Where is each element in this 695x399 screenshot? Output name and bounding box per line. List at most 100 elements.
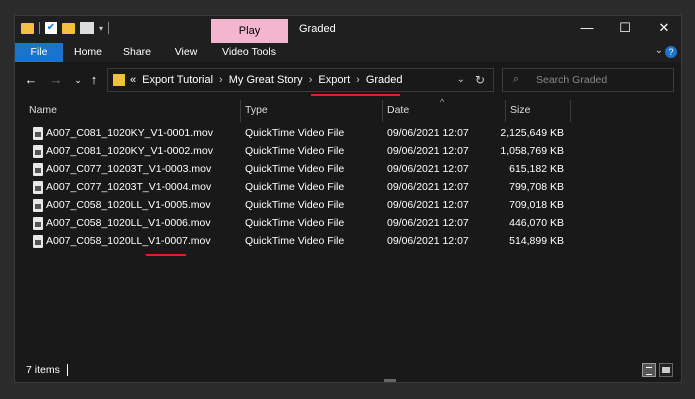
properties-check-icon[interactable]: ✔ bbox=[45, 22, 57, 34]
close-button[interactable]: ✕ bbox=[652, 20, 676, 36]
file-row[interactable]: A007_C058_1020LL_V1-0007.mov QuickTime V… bbox=[15, 233, 681, 251]
tab-video-tools[interactable]: Video Tools bbox=[214, 43, 284, 62]
breadcrumb-overflow[interactable]: « bbox=[130, 74, 136, 86]
file-type: QuickTime Video File bbox=[245, 181, 345, 193]
file-name: A007_C058_1020LL_V1-0007.mov bbox=[46, 235, 211, 247]
file-row[interactable]: A007_C058_1020LL_V1-0005.mov QuickTime V… bbox=[15, 197, 681, 215]
ribbon-tabs: File Home Share View Video Tools ⌄ ? bbox=[15, 43, 681, 62]
file-type: QuickTime Video File bbox=[245, 217, 345, 229]
file-type: QuickTime Video File bbox=[245, 145, 345, 157]
recent-locations-icon[interactable]: ⌄ bbox=[70, 75, 86, 86]
navigation-bar: ← → ⌄ ↑ « Export Tutorial › My Great Sto… bbox=[15, 62, 681, 100]
file-date: 09/06/2021 12:07 bbox=[387, 199, 469, 211]
maximize-button[interactable]: ☐ bbox=[613, 20, 637, 36]
file-size: 709,018 KB bbox=[509, 199, 564, 211]
file-row[interactable]: A007_C058_1020LL_V1-0006.mov QuickTime V… bbox=[15, 215, 681, 233]
video-file-icon bbox=[33, 163, 43, 176]
file-date: 09/06/2021 12:07 bbox=[387, 181, 469, 193]
video-file-icon bbox=[33, 217, 43, 230]
column-header-name[interactable]: Name bbox=[29, 104, 57, 116]
file-date: 09/06/2021 12:07 bbox=[387, 235, 469, 247]
video-file-icon bbox=[33, 127, 43, 140]
file-date: 09/06/2021 12:07 bbox=[387, 145, 469, 157]
breadcrumb-graded[interactable]: Graded bbox=[366, 74, 403, 86]
up-arrow-icon[interactable]: ↑ bbox=[86, 72, 102, 87]
breadcrumb-my-great-story[interactable]: My Great Story bbox=[229, 74, 303, 86]
file-date: 09/06/2021 12:07 bbox=[387, 127, 469, 139]
highlight-underline bbox=[146, 254, 186, 256]
folder-icon[interactable] bbox=[21, 22, 34, 34]
explorer-window: ✔ ▾ Play Graded — ☐ ✕ File Home Share Vi… bbox=[14, 15, 682, 383]
highlight-underline bbox=[311, 94, 400, 96]
ribbon-expand-icon[interactable]: ⌄ bbox=[655, 45, 663, 56]
column-divider[interactable] bbox=[505, 100, 506, 122]
column-header-size[interactable]: Size bbox=[510, 104, 530, 116]
large-icons-view-button[interactable] bbox=[659, 363, 673, 377]
status-bar: 7 items bbox=[15, 360, 681, 382]
file-type: QuickTime Video File bbox=[245, 163, 345, 175]
chevron-down-icon[interactable]: ▾ bbox=[99, 24, 103, 33]
context-tab-play[interactable]: Play bbox=[211, 19, 288, 43]
new-folder-icon[interactable] bbox=[62, 22, 75, 34]
resize-handle[interactable] bbox=[384, 379, 396, 382]
tab-home[interactable]: Home bbox=[68, 43, 108, 62]
file-size: 446,070 KB bbox=[509, 217, 564, 229]
video-file-icon bbox=[33, 235, 43, 248]
file-size: 615,182 KB bbox=[509, 163, 564, 175]
file-date: 09/06/2021 12:07 bbox=[387, 217, 469, 229]
sort-ascending-icon: ^ bbox=[440, 97, 445, 107]
file-row[interactable]: A007_C081_1020KY_V1-0002.mov QuickTime V… bbox=[15, 143, 681, 161]
breadcrumb-separator[interactable]: › bbox=[356, 74, 360, 86]
window-title: Graded bbox=[299, 23, 336, 35]
breadcrumb: « Export Tutorial › My Great Story › Exp… bbox=[130, 74, 403, 86]
column-divider[interactable] bbox=[240, 100, 241, 122]
column-header-date[interactable]: Date bbox=[387, 104, 409, 116]
file-name: A007_C058_1020LL_V1-0006.mov bbox=[46, 217, 211, 229]
breadcrumb-separator[interactable]: › bbox=[309, 74, 313, 86]
details-view-button[interactable] bbox=[642, 363, 656, 377]
file-row[interactable]: A007_C077_10203T_V1-0003.mov QuickTime V… bbox=[15, 161, 681, 179]
column-divider[interactable] bbox=[382, 100, 383, 122]
file-name: A007_C077_10203T_V1-0003.mov bbox=[46, 163, 212, 175]
file-size: 799,708 KB bbox=[509, 181, 564, 193]
breadcrumb-separator[interactable]: › bbox=[219, 74, 223, 86]
tab-view[interactable]: View bbox=[166, 43, 206, 62]
folder-icon bbox=[113, 74, 125, 86]
tab-share[interactable]: Share bbox=[117, 43, 157, 62]
video-file-icon bbox=[33, 199, 43, 212]
quick-access-toolbar: ✔ ▾ bbox=[21, 22, 110, 34]
properties-icon[interactable] bbox=[80, 22, 94, 34]
search-placeholder: Search Graded bbox=[536, 74, 608, 86]
refresh-icon[interactable]: ↻ bbox=[475, 73, 485, 87]
chevron-down-icon[interactable]: ⌄ bbox=[457, 74, 465, 85]
file-name: A007_C081_1020KY_V1-0002.mov bbox=[46, 145, 213, 157]
minimize-button[interactable]: — bbox=[575, 20, 599, 35]
file-name: A007_C077_10203T_V1-0004.mov bbox=[46, 181, 212, 193]
file-type: QuickTime Video File bbox=[245, 199, 345, 211]
column-divider[interactable] bbox=[570, 100, 571, 122]
item-count: 7 items bbox=[26, 364, 60, 376]
help-icon[interactable]: ? bbox=[665, 46, 677, 58]
file-size: 1,058,769 KB bbox=[500, 145, 564, 157]
file-row[interactable]: A007_C081_1020KY_V1-0001.mov QuickTime V… bbox=[15, 125, 681, 143]
address-bar[interactable]: « Export Tutorial › My Great Story › Exp… bbox=[107, 68, 494, 92]
file-row[interactable]: A007_C077_10203T_V1-0004.mov QuickTime V… bbox=[15, 179, 681, 197]
search-input[interactable]: ⌕ Search Graded bbox=[502, 68, 674, 92]
forward-arrow-icon[interactable]: → bbox=[48, 72, 64, 87]
file-date: 09/06/2021 12:07 bbox=[387, 163, 469, 175]
column-header-row: Name Type ^ Date Size bbox=[15, 97, 681, 122]
status-divider bbox=[67, 364, 68, 376]
video-file-icon bbox=[33, 145, 43, 158]
column-header-type[interactable]: Type bbox=[245, 104, 268, 116]
toolbar-divider bbox=[39, 22, 40, 34]
tab-file[interactable]: File bbox=[15, 43, 63, 62]
file-list: A007_C081_1020KY_V1-0001.mov QuickTime V… bbox=[15, 125, 681, 256]
breadcrumb-export-tutorial[interactable]: Export Tutorial bbox=[142, 74, 213, 86]
file-type: QuickTime Video File bbox=[245, 235, 345, 247]
back-arrow-icon[interactable]: ← bbox=[23, 72, 39, 87]
toolbar-divider bbox=[108, 22, 110, 34]
file-name: A007_C058_1020LL_V1-0005.mov bbox=[46, 199, 211, 211]
file-type: QuickTime Video File bbox=[245, 127, 345, 139]
file-size: 2,125,649 KB bbox=[500, 127, 564, 139]
breadcrumb-export[interactable]: Export bbox=[318, 74, 350, 86]
